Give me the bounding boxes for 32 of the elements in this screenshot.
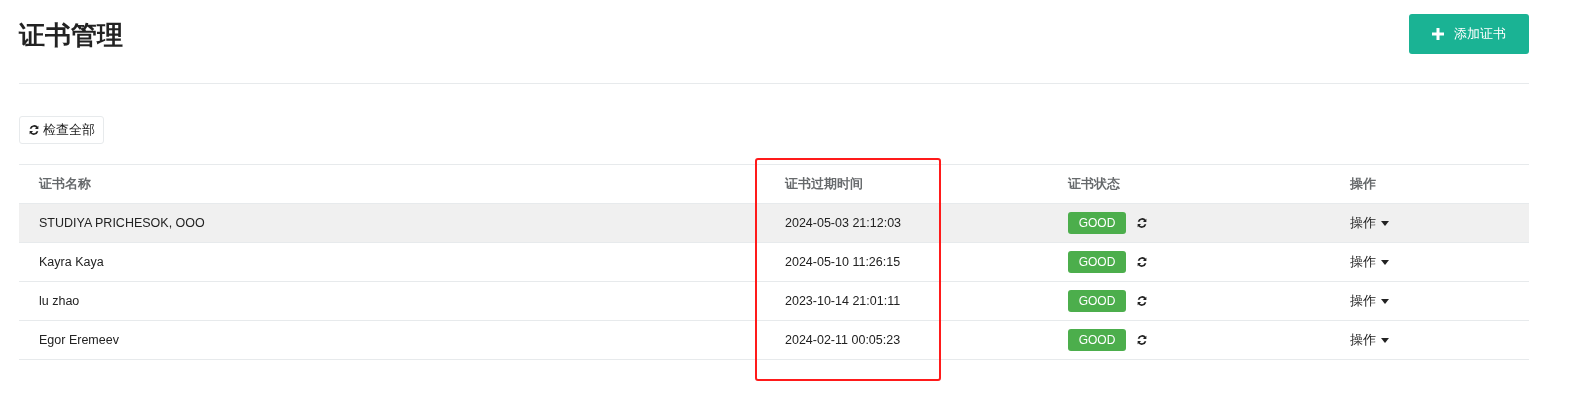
table-cell: 2024-05-10 11:26:15 [785,255,901,269]
table-cell: STUDIYA PRICHESOK, OOO [39,216,205,230]
caret-icon [1381,298,1389,304]
column-header: 证书状态 [1068,175,1120,193]
actions-dropdown[interactable]: 操作 [1350,214,1389,232]
page-title: 证书管理 [19,19,123,52]
table-cell: lu zhao [39,294,80,308]
status-badge: GOOD [1068,212,1126,234]
caret-icon [1381,220,1389,226]
table-cell: 2024-05-03 21:12:03 [785,216,902,230]
caret-icon [1381,337,1389,343]
table-cell: Kayra Kaya [39,255,104,269]
column-header: 操作 [1350,175,1376,193]
column-header: 证书过期时间 [785,175,863,193]
status-badge: GOOD [1068,251,1126,273]
refresh-button[interactable] [1136,334,1148,346]
actions-dropdown[interactable]: 操作 [1350,253,1389,271]
table-cell: 2023-10-14 21:01:11 [785,294,901,308]
actions-dropdown[interactable]: 操作 [1350,331,1389,349]
refresh-button[interactable] [1136,256,1148,268]
status-badge: GOOD [1068,290,1126,312]
status-badge: GOOD [1068,329,1126,351]
refresh-icon [28,124,40,136]
table-cell: Egor Eremeev [39,333,119,347]
check-all-button[interactable]: 检查全部 [19,116,104,144]
refresh-button[interactable] [1136,295,1148,307]
plus-icon [1432,28,1444,40]
table-cell: 2024-02-11 00:05:23 [785,333,901,347]
refresh-button[interactable] [1136,217,1148,229]
caret-icon [1381,259,1389,265]
actions-dropdown[interactable]: 操作 [1350,292,1389,310]
column-header: 证书名称 [39,175,91,193]
